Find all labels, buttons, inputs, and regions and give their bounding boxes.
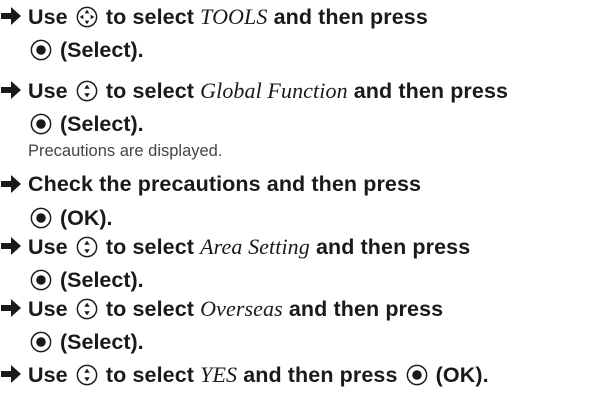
step-text: and then press bbox=[353, 79, 509, 103]
right-arrow-icon bbox=[0, 298, 22, 318]
step-text: to select bbox=[105, 5, 195, 29]
step-note: Precautions are displayed. bbox=[28, 142, 223, 160]
center-select-button-icon bbox=[30, 207, 52, 229]
step-text: Use bbox=[28, 235, 68, 259]
step-text: and then press bbox=[243, 363, 398, 387]
center-select-button-icon bbox=[30, 39, 52, 61]
button-action-label: (Select). bbox=[59, 112, 144, 136]
multi-selector-icon bbox=[76, 6, 98, 28]
step-text: Use bbox=[28, 79, 68, 103]
step-text: to select bbox=[105, 363, 195, 387]
button-action-label: (Select). bbox=[59, 268, 144, 292]
step-text: to select bbox=[105, 79, 195, 103]
right-arrow-icon bbox=[0, 364, 22, 384]
menu-item-name: Overseas bbox=[200, 296, 283, 321]
center-select-button-icon bbox=[406, 364, 428, 386]
center-select-button-icon bbox=[30, 269, 52, 291]
up-down-selector-icon bbox=[76, 364, 98, 386]
step-text: Use bbox=[28, 5, 68, 29]
right-arrow-icon bbox=[0, 236, 22, 256]
up-down-selector-icon bbox=[76, 236, 98, 258]
menu-item-name: TOOLS bbox=[200, 4, 268, 29]
step-text: and then press bbox=[273, 5, 428, 29]
center-select-button-icon bbox=[30, 331, 52, 353]
button-action-label: (Select). bbox=[59, 330, 144, 354]
button-action-label: (OK). bbox=[435, 363, 489, 387]
right-arrow-icon bbox=[0, 174, 22, 194]
step-text: to select bbox=[105, 297, 195, 321]
step-text: Check the precautions and then press bbox=[28, 172, 422, 196]
center-select-button-icon bbox=[30, 113, 52, 135]
menu-item-name: YES bbox=[200, 362, 238, 387]
menu-item-name: Area Setting bbox=[200, 234, 310, 259]
step-5: Use to select Overseas and then press (S… bbox=[0, 294, 591, 366]
step-1: Use to select TOOLS and then press (Sele… bbox=[0, 2, 591, 74]
step-text: and then press bbox=[288, 297, 444, 321]
up-down-selector-icon bbox=[76, 298, 98, 320]
step-text: Use bbox=[28, 297, 68, 321]
step-text: to select bbox=[105, 235, 195, 259]
menu-item-name: Global Function bbox=[200, 78, 348, 103]
step-text: Use bbox=[28, 363, 68, 387]
right-arrow-icon bbox=[0, 80, 22, 100]
step-2: Use to select Global Function and then p… bbox=[0, 76, 591, 172]
button-action-label: (OK). bbox=[59, 206, 113, 230]
step-6: Use to select YES and then press (OK). bbox=[0, 360, 591, 396]
step-text: and then press bbox=[315, 235, 471, 259]
button-action-label: (Select). bbox=[59, 38, 144, 62]
right-arrow-icon bbox=[0, 6, 22, 26]
up-down-selector-icon bbox=[76, 80, 98, 102]
